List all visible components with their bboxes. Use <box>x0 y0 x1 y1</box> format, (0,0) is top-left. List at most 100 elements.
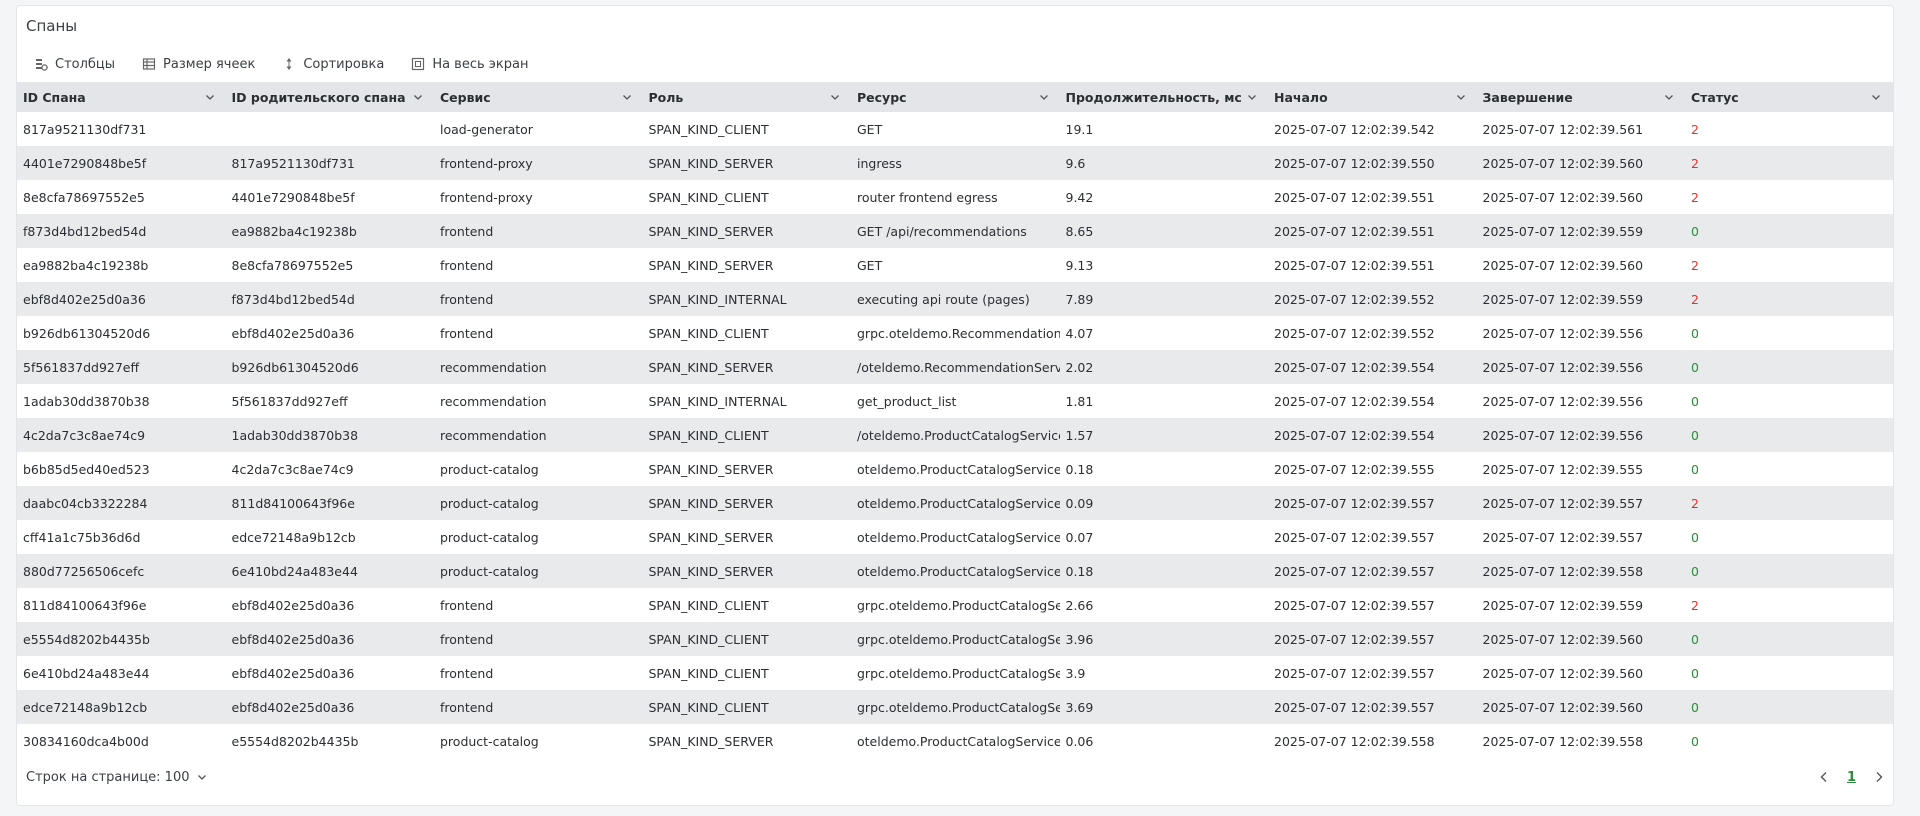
page-number-current[interactable]: 1 <box>1847 770 1856 785</box>
table-row[interactable]: 817a9521130df731 load-generator SPAN_KIND_… <box>17 112 1893 146</box>
table-row[interactable]: e5554d8202b4435b ebf8d402e25d0a36 frontend… <box>17 622 1893 656</box>
table-row[interactable]: 1adab30dd3870b38 5f561837dd927eff recommen… <box>17 384 1893 418</box>
header-label: Продолжительность, мс <box>1065 89 1242 105</box>
cell-service: frontend <box>440 223 494 239</box>
cell-role: SPAN_KIND_CLIENT <box>648 189 769 205</box>
cell-start: 2025-07-07 12:02:39.558 <box>1274 733 1435 749</box>
chevron-down-icon[interactable] <box>829 91 841 103</box>
header-duration[interactable]: Продолжительность, мс <box>1060 82 1269 112</box>
chevron-down-icon <box>196 771 208 783</box>
table-row[interactable]: cff41a1c75b36d6d edce72148a9b12cb product-… <box>17 520 1893 554</box>
cell-resource: ingress <box>857 155 902 171</box>
table-row[interactable]: daabc04cb3322284 811d84100643f96e product-… <box>17 486 1893 520</box>
header-parent-span-id[interactable]: ID родительского спана <box>226 82 435 112</box>
chevron-down-icon[interactable] <box>204 91 216 103</box>
header-status[interactable]: Статус <box>1685 82 1892 112</box>
table-row[interactable]: edce72148a9b12cb ebf8d402e25d0a36 frontend… <box>17 690 1893 724</box>
cell-parent-span-id: 8e8cfa78697552e5 <box>231 257 354 273</box>
cell-end: 2025-07-07 12:02:39.560 <box>1482 665 1644 681</box>
cell-start: 2025-07-07 12:02:39.551 <box>1274 257 1435 273</box>
cell-status: 0 <box>1691 427 1699 443</box>
fullscreen-button[interactable]: На весь экран <box>402 50 536 78</box>
rows-per-page-select[interactable]: Строк на странице: 100 <box>26 762 208 792</box>
chevron-down-icon[interactable] <box>1038 91 1050 103</box>
chevron-right-icon[interactable] <box>1872 770 1886 784</box>
header-label: Ресурс <box>857 89 907 105</box>
cell-parent-span-id: 4401e7290848be5f <box>231 189 355 205</box>
cell-status: 2 <box>1691 155 1699 171</box>
chevron-down-icon[interactable] <box>1663 91 1675 103</box>
cell-role: SPAN_KIND_SERVER <box>648 257 774 273</box>
cell-end: 2025-07-07 12:02:39.558 <box>1482 563 1644 579</box>
cell-status: 2 <box>1691 121 1699 137</box>
table-row[interactable]: 4c2da7c3c8ae74c9 1adab30dd3870b38 recommen… <box>17 418 1893 452</box>
table-row[interactable]: 8e8cfa78697552e5 4401e7290848be5f frontend… <box>17 180 1893 214</box>
cell-start: 2025-07-07 12:02:39.557 <box>1274 631 1435 647</box>
header-resource[interactable]: Ресурс <box>851 82 1060 112</box>
cell-duration: 2.66 <box>1065 597 1094 613</box>
header-span-id[interactable]: ID Спана <box>17 82 226 112</box>
cell-parent-span-id <box>226 112 435 146</box>
cell-parent-span-id: ebf8d402e25d0a36 <box>231 597 355 613</box>
spans-panel: Спаны Столбцы Размер ячеек Сортировка На… <box>16 5 1894 806</box>
cell-start: 2025-07-07 12:02:39.557 <box>1274 597 1435 613</box>
cell-span-id: 1adab30dd3870b38 <box>23 393 150 409</box>
cell-start: 2025-07-07 12:02:39.557 <box>1274 529 1435 545</box>
cell-span-id: 4401e7290848be5f <box>23 155 147 171</box>
chevron-down-icon[interactable] <box>1870 91 1882 103</box>
cell-duration: 0.06 <box>1065 733 1094 749</box>
cell-service: frontend <box>440 325 494 341</box>
table-row[interactable]: ebf8d402e25d0a36 f873d4bd12bed54d frontend… <box>17 282 1893 316</box>
cell-duration: 2.02 <box>1065 359 1094 375</box>
cell-size-button[interactable]: Размер ячеек <box>133 50 263 78</box>
cell-span-id: ea9882ba4c19238b <box>23 257 149 273</box>
table-body: 817a9521130df731 load-generator SPAN_KIND_… <box>17 112 1893 758</box>
table-row[interactable]: 4401e7290848be5f 817a9521130df731 frontend… <box>17 146 1893 180</box>
sort-button[interactable]: Сортировка <box>273 50 392 78</box>
cell-end: 2025-07-07 12:02:39.556 <box>1482 393 1644 409</box>
table-row[interactable]: 811d84100643f96e ebf8d402e25d0a36 frontend… <box>17 588 1893 622</box>
cell-end: 2025-07-07 12:02:39.561 <box>1482 121 1644 137</box>
cell-service: recommendation <box>440 393 547 409</box>
panel-title: Спаны <box>26 17 78 35</box>
cell-span-id: f873d4bd12bed54d <box>23 223 147 239</box>
chevron-down-icon[interactable] <box>412 91 424 103</box>
table-row[interactable]: ea9882ba4c19238b 8e8cfa78697552e5 frontend… <box>17 248 1893 282</box>
table-row[interactable]: f873d4bd12bed54d ea9882ba4c19238b frontend… <box>17 214 1893 248</box>
cell-role: SPAN_KIND_SERVER <box>648 155 774 171</box>
cell-service: recommendation <box>440 359 547 375</box>
cell-resource: get_product_list <box>857 393 957 409</box>
header-label: Статус <box>1691 89 1739 105</box>
table-row[interactable]: 880d77256506cefc 6e410bd24a483e44 product-… <box>17 554 1893 588</box>
header-role[interactable]: Роль <box>643 82 852 112</box>
header-end[interactable]: Завершение <box>1477 82 1686 112</box>
chevron-down-icon[interactable] <box>1455 91 1467 103</box>
cell-start: 2025-07-07 12:02:39.555 <box>1274 461 1435 477</box>
columns-button[interactable]: Столбцы <box>25 50 123 78</box>
cell-resource: executing api route (pages) <box>857 291 1030 307</box>
chevron-down-icon[interactable] <box>1246 91 1258 103</box>
columns-icon <box>33 56 49 72</box>
cell-role: SPAN_KIND_CLIENT <box>648 665 769 681</box>
table-row[interactable]: b926db61304520d6 ebf8d402e25d0a36 frontend… <box>17 316 1893 350</box>
cell-role: SPAN_KIND_CLIENT <box>648 699 769 715</box>
table-header-row: ID Спана ID родительского спана Сервис Р… <box>17 82 1893 112</box>
cell-span-id: 811d84100643f96e <box>23 597 147 613</box>
header-service[interactable]: Сервис <box>434 82 643 112</box>
table-row[interactable]: 30834160dca4b00d e5554d8202b4435b product-… <box>17 724 1893 758</box>
chevron-down-icon[interactable] <box>621 91 633 103</box>
cell-end: 2025-07-07 12:02:39.556 <box>1482 325 1644 341</box>
cell-resource: router frontend egress <box>857 189 998 205</box>
cell-parent-span-id: 5f561837dd927eff <box>231 393 348 409</box>
cell-status: 2 <box>1691 495 1699 511</box>
chevron-left-icon[interactable] <box>1817 770 1831 784</box>
table-row[interactable]: 5f561837dd927eff b926db61304520d6 recommen… <box>17 350 1893 384</box>
header-start[interactable]: Начало <box>1268 82 1477 112</box>
cell-parent-span-id: ebf8d402e25d0a36 <box>231 325 355 341</box>
cell-start: 2025-07-07 12:02:39.552 <box>1274 291 1435 307</box>
cell-end: 2025-07-07 12:02:39.556 <box>1482 427 1644 443</box>
cell-service: frontend <box>440 699 494 715</box>
table-row[interactable]: b6b85d5ed40ed523 4c2da7c3c8ae74c9 product-… <box>17 452 1893 486</box>
cell-resource: grpc.oteldemo.ProductCatalogServi <box>857 665 1060 681</box>
table-row[interactable]: 6e410bd24a483e44 ebf8d402e25d0a36 frontend… <box>17 656 1893 690</box>
